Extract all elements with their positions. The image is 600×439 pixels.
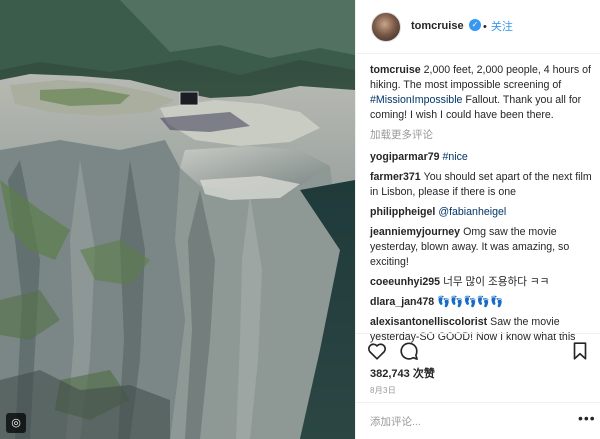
caption: tomcruise 2,000 feet, 2,000 people, 4 hou… xyxy=(370,63,592,123)
comment-item: dlara_jan478 👣👣👣👣👣 xyxy=(370,295,592,310)
comment-username[interactable]: farmer371 xyxy=(370,171,421,183)
divider xyxy=(356,402,600,403)
heart-icon[interactable] xyxy=(366,340,388,362)
comment-item: philippheigel @fabianheigel xyxy=(370,205,592,220)
comment-username[interactable]: jeanniemyjourney xyxy=(370,226,460,238)
bookmark-icon[interactable] xyxy=(569,340,591,362)
separator-dot: • xyxy=(483,21,487,33)
comment-username[interactable]: coeeunhyi295 xyxy=(370,276,440,288)
load-more-comments-link[interactable]: 加载更多评论 xyxy=(370,128,592,143)
verified-badge-icon: ✓ xyxy=(469,19,481,31)
comment-username[interactable]: dlara_jan478 xyxy=(370,296,434,308)
comment-item: yogiparmar79 #nice xyxy=(370,150,592,165)
caption-hashtag[interactable]: #MissionImpossible xyxy=(370,94,462,106)
comment-mention[interactable]: @fabianheigel xyxy=(438,206,506,218)
post-author-username[interactable]: tomcruise xyxy=(411,20,464,32)
comments-list: tomcruise 2,000 feet, 2,000 people, 4 hou… xyxy=(370,63,592,350)
avatar[interactable] xyxy=(371,12,401,42)
post-photo[interactable]: ◎ xyxy=(0,0,355,439)
like-count[interactable]: 382,743 次赞 xyxy=(370,365,435,381)
comment-text: 너무 많이 조용하다 ㅋㅋ xyxy=(443,276,550,288)
cliff-landscape-image xyxy=(0,0,355,439)
post-date: 8月3日 xyxy=(370,386,397,395)
more-options-icon[interactable]: ••• xyxy=(578,410,596,426)
comment-bubble-icon[interactable] xyxy=(398,340,420,362)
comment-item: coeeunhyi295 너무 많이 조용하다 ㅋㅋ xyxy=(370,275,592,290)
comment-text: 👣👣👣👣👣 xyxy=(437,296,504,308)
follow-label: 关注 xyxy=(490,21,513,33)
comment-hashtag[interactable]: #nice xyxy=(442,151,467,163)
comment-username[interactable]: philippheigel xyxy=(370,206,435,218)
post-actions xyxy=(366,340,591,362)
comment-item: farmer371 You should set apart of the nex… xyxy=(370,170,592,200)
comment-username[interactable]: alexisantonelliscolorist xyxy=(370,316,487,328)
add-comment-input[interactable]: 添加评论... xyxy=(370,414,421,429)
instagram-logo-icon: ◎ xyxy=(6,413,26,433)
comment-item: jeanniemyjourney Omg saw the movie yester… xyxy=(370,225,592,270)
caption-username[interactable]: tomcruise xyxy=(370,64,421,76)
divider xyxy=(356,333,600,334)
follow-button[interactable]: • 关注 xyxy=(483,18,513,34)
comment-username[interactable]: yogiparmar79 xyxy=(370,151,439,163)
post-header: tomcruise ✓ • 关注 xyxy=(356,0,600,54)
post-details-panel: tomcruise ✓ • 关注 tomcruise 2,000 feet, 2,0… xyxy=(355,0,600,439)
